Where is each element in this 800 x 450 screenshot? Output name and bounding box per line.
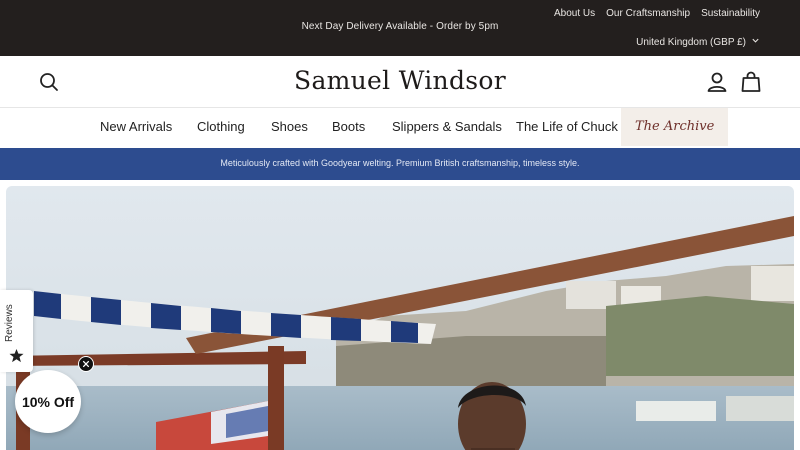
star-icon (9, 348, 24, 363)
our-craftsmanship-link[interactable]: Our Craftsmanship (606, 8, 690, 19)
sustainability-link[interactable]: Sustainability (701, 8, 760, 19)
region-selector[interactable]: United Kingdom (GBP £) (636, 36, 760, 48)
shopping-bag-icon[interactable] (739, 70, 763, 94)
main-navigation: New Arrivals Clothing Shoes Boots Slippe… (0, 108, 800, 148)
region-label: United Kingdom (GBP £) (636, 36, 746, 48)
nav-item-slippers-sandals[interactable]: Slippers & Sandals (392, 108, 502, 145)
account-icon[interactable] (705, 70, 729, 94)
delivery-promo-text: Next Day Delivery Available - Order by 5… (301, 21, 499, 32)
nav-item-clothing[interactable]: Clothing (197, 108, 245, 145)
samuel-windsor-logo[interactable]: Samuel Windsor (0, 66, 800, 95)
utility-links: About Us Our Craftsmanship Sustainabilit… (554, 8, 760, 19)
chevron-down-icon (751, 36, 760, 48)
nav-item-shoes[interactable]: Shoes (271, 108, 308, 145)
nav-item-new-arrivals[interactable]: New Arrivals (100, 108, 172, 145)
discount-label: 10% Off (21, 393, 75, 410)
nav-item-boots[interactable]: Boots (332, 108, 365, 145)
top-utility-bar: Next Day Delivery Available - Order by 5… (0, 0, 800, 56)
site-header: Samuel Windsor (0, 56, 800, 108)
hero-image[interactable] (6, 186, 794, 450)
nav-item-the-archive[interactable]: The Archive (621, 108, 729, 146)
discount-popup-button[interactable]: 10% Off (15, 370, 81, 433)
nav-item-life-of-chuck[interactable]: The Life of Chuck (516, 108, 618, 145)
about-us-link[interactable]: About Us (554, 8, 595, 19)
craftsmanship-banner: Meticulously crafted with Goodyear welti… (0, 148, 800, 180)
reviews-label: Reviews (4, 304, 15, 342)
close-icon[interactable] (78, 356, 94, 372)
reviews-side-tab[interactable]: Reviews (0, 290, 33, 372)
